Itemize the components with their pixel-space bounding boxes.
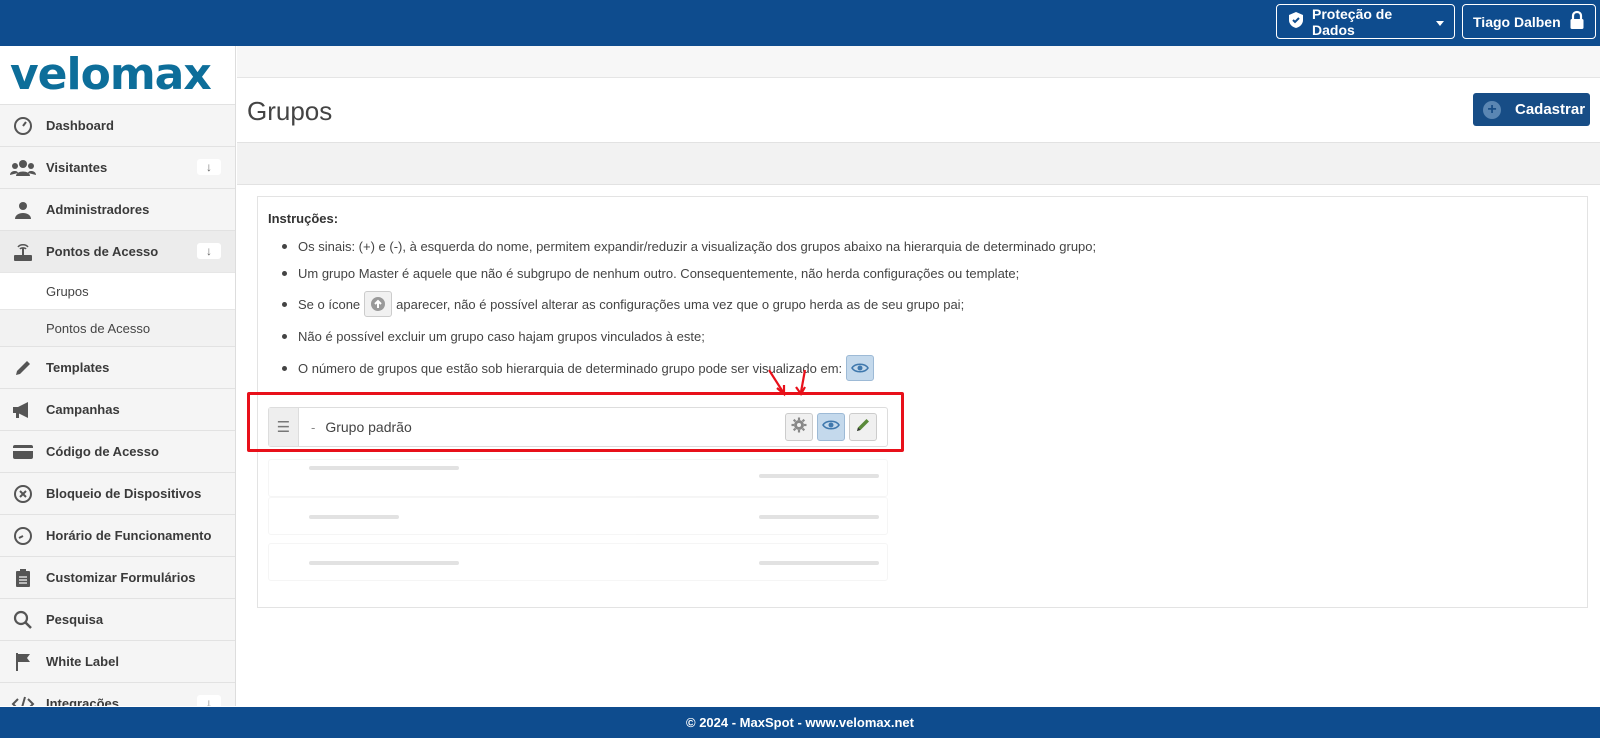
sidebar: velomax Dashboard Visitantes ↓ Administr… bbox=[0, 46, 236, 706]
toolbar-strip bbox=[237, 142, 1600, 185]
blurred-row bbox=[268, 543, 888, 581]
sidebar-item-formularios[interactable]: Customizar Formulários bbox=[0, 556, 235, 598]
plus-circle-icon: + bbox=[1483, 100, 1501, 119]
instruction-item: Um grupo Master é aquele que não é subgr… bbox=[280, 259, 1560, 287]
instruction-item: O número de grupos que estão sob hierarq… bbox=[280, 351, 1560, 385]
sidebar-item-label: Dashboard bbox=[46, 118, 114, 133]
instruction-text: Não é possível excluir um grupo caso haj… bbox=[298, 328, 705, 344]
sidebar-item-white-label[interactable]: White Label bbox=[0, 640, 235, 682]
sidebar-item-label: Bloqueio de Dispositivos bbox=[46, 486, 202, 501]
megaphone-icon bbox=[0, 401, 46, 419]
expand-arrow-icon[interactable]: ↓ bbox=[197, 695, 221, 706]
sidebar-subitem-grupos[interactable]: Grupos bbox=[0, 272, 235, 309]
instruction-text: Se o ícone bbox=[298, 296, 361, 312]
blurred-row bbox=[268, 459, 888, 497]
sidebar-item-label: Código de Acesso bbox=[46, 444, 159, 459]
sidebar-item-integracoes[interactable]: Integrações ↓ bbox=[0, 682, 235, 706]
flag-icon bbox=[0, 652, 46, 672]
annotation-arrows bbox=[768, 369, 807, 397]
sidebar-item-label: Integrações bbox=[46, 696, 119, 706]
instruction-text: aparecer, não é possível alterar as conf… bbox=[396, 296, 965, 312]
instruction-text: Um grupo Master é aquele que não é subgr… bbox=[298, 265, 1020, 281]
sidebar-item-horario[interactable]: Horário de Funcionamento bbox=[0, 514, 235, 556]
clock-icon bbox=[0, 526, 46, 546]
sidebar-item-label: Pontos de Acesso bbox=[46, 244, 159, 259]
block-icon bbox=[0, 484, 46, 504]
sidebar-item-dashboard[interactable]: Dashboard bbox=[0, 104, 235, 146]
sidebar-item-bloqueio[interactable]: Bloqueio de Dispositivos bbox=[0, 472, 235, 514]
sidebar-item-label: White Label bbox=[46, 654, 119, 669]
data-protection-button[interactable]: Proteção de Dados bbox=[1276, 4, 1455, 39]
velomax-logo[interactable]: velomax bbox=[0, 46, 235, 104]
user-menu-button[interactable]: Tiago Dalben bbox=[1462, 4, 1596, 39]
top-navbar: Proteção de Dados Tiago Dalben bbox=[0, 0, 1600, 46]
clipboard-icon bbox=[0, 568, 46, 588]
sidebar-item-label: Campanhas bbox=[46, 402, 120, 417]
footer: © 2024 - MaxSpot - www.velomax.net bbox=[0, 707, 1600, 738]
instructions-title: Instruções: bbox=[268, 211, 339, 226]
sidebar-subitem-label: Grupos bbox=[46, 283, 89, 299]
inherited-config-icon bbox=[364, 291, 393, 317]
footer-text: © 2024 - MaxSpot - www.velomax.net bbox=[686, 715, 914, 730]
page-title: Grupos bbox=[247, 96, 333, 126]
eye-icon bbox=[846, 355, 875, 381]
sidebar-item-label: Visitantes bbox=[46, 160, 108, 175]
router-icon bbox=[0, 242, 46, 262]
expand-arrow-icon[interactable]: ↓ bbox=[197, 243, 221, 259]
lock-icon bbox=[1569, 10, 1585, 33]
sidebar-item-label: Customizar Formulários bbox=[46, 570, 196, 585]
main-content: Grupos + Cadastrar Instruções: Os sinais… bbox=[237, 46, 1600, 706]
instruction-item: Se o ícone aparecer, não é possível alte… bbox=[280, 287, 1560, 321]
cadastrar-label: Cadastrar bbox=[1515, 101, 1586, 118]
sidebar-item-codigo-de-acesso[interactable]: Código de Acesso bbox=[0, 430, 235, 472]
sidebar-item-label: Horário de Funcionamento bbox=[46, 528, 212, 543]
sidebar-subitem-label: Pontos de Acesso bbox=[46, 320, 151, 336]
logo-text: velomax bbox=[10, 49, 212, 100]
sidebar-item-campanhas[interactable]: Campanhas bbox=[0, 388, 235, 430]
expand-arrow-icon[interactable]: ↓ bbox=[197, 159, 221, 175]
sidebar-item-visitantes[interactable]: Visitantes ↓ bbox=[0, 146, 235, 188]
user-icon bbox=[0, 201, 46, 219]
caret-down-icon bbox=[1436, 20, 1444, 26]
sidebar-item-administradores[interactable]: Administradores bbox=[0, 188, 235, 230]
shield-icon bbox=[1287, 11, 1305, 32]
card-icon bbox=[0, 444, 46, 460]
breadcrumb-strip bbox=[237, 46, 1600, 78]
data-protection-label: Proteção de Dados bbox=[1312, 5, 1393, 38]
cadastrar-button[interactable]: + Cadastrar bbox=[1473, 93, 1590, 126]
instruction-item: Não é possível excluir um grupo caso haj… bbox=[280, 321, 1560, 351]
search-icon bbox=[0, 610, 46, 630]
instructions-list: Os sinais: (+) e (-), à esquerda do nome… bbox=[280, 233, 1560, 385]
user-name-label: Tiago Dalben bbox=[1473, 13, 1561, 30]
sidebar-item-label: Pesquisa bbox=[46, 612, 104, 627]
dashboard-icon bbox=[0, 116, 46, 136]
sidebar-item-pontos-de-acesso[interactable]: Pontos de Acesso ↓ bbox=[0, 230, 235, 272]
sidebar-item-pesquisa[interactable]: Pesquisa bbox=[0, 598, 235, 640]
users-icon bbox=[0, 159, 46, 177]
sidebar-item-templates[interactable]: Templates bbox=[0, 346, 235, 388]
sidebar-subitem-pontos-de-acesso[interactable]: Pontos de Acesso bbox=[0, 309, 235, 346]
blurred-row bbox=[268, 497, 888, 535]
instruction-text: Os sinais: (+) e (-), à esquerda do nome… bbox=[298, 238, 1097, 254]
code-icon bbox=[0, 695, 46, 706]
sidebar-item-label: Administradores bbox=[46, 202, 150, 217]
sidebar-item-label: Templates bbox=[46, 360, 110, 375]
pencil-icon bbox=[0, 359, 46, 377]
instruction-item: Os sinais: (+) e (-), à esquerda do nome… bbox=[280, 233, 1560, 259]
